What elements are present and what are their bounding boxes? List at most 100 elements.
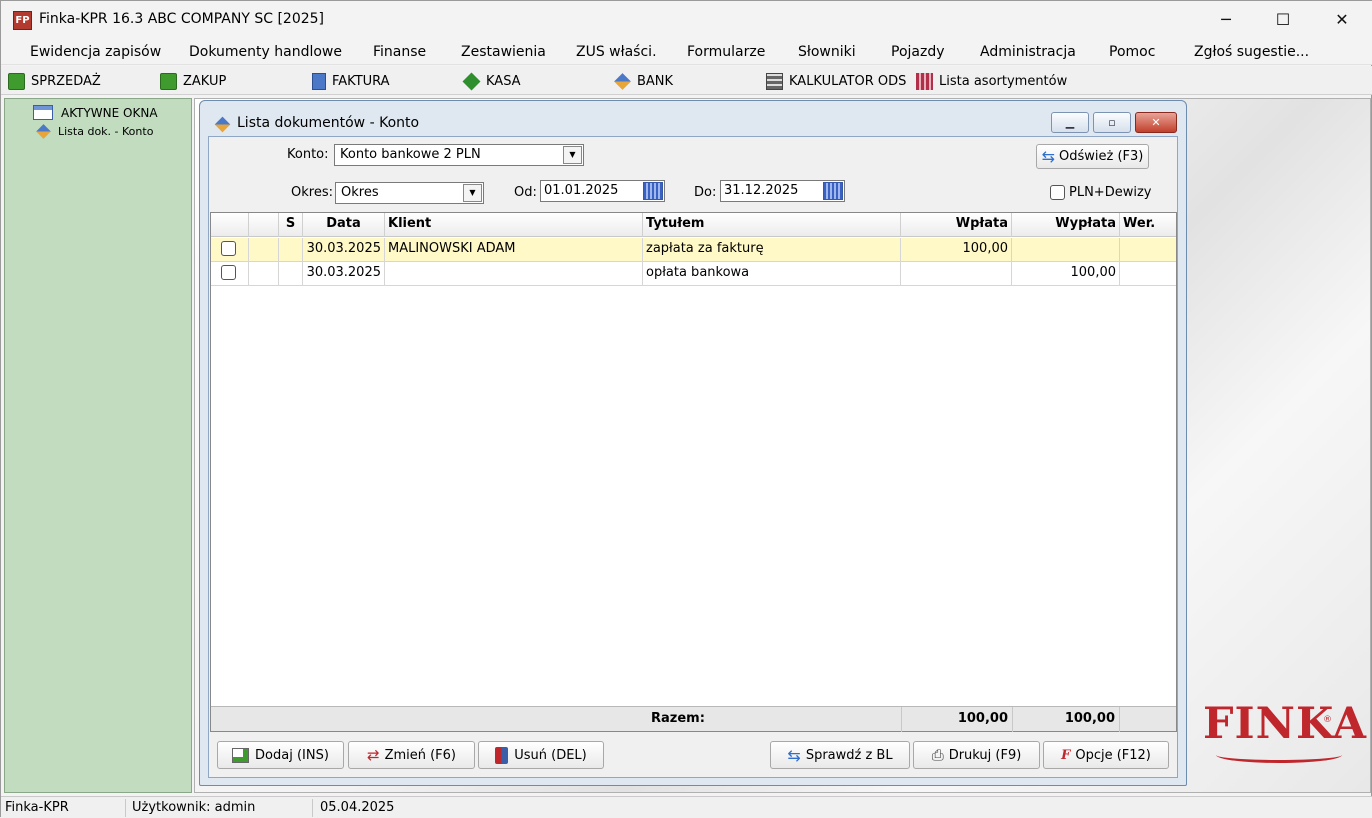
print-button-label: Drukuj (F9) (948, 747, 1022, 763)
totals-wplata: 100,00 (901, 707, 1012, 732)
cash-icon (462, 71, 481, 91)
column-header-wyplata[interactable]: Wypłata (1012, 213, 1120, 237)
menu-slowniki[interactable]: Słowniki (798, 44, 856, 60)
finka-logo-registered-mark: ® (1323, 715, 1332, 725)
menu-zglos-sugestie[interactable]: Zgłoś sugestie... (1194, 44, 1309, 60)
column-header-select[interactable] (211, 213, 249, 237)
pln-dewizy-checkbox-box[interactable] (1050, 185, 1065, 200)
pln-dewizy-checkbox[interactable]: PLN+Dewizy (1050, 185, 1151, 200)
table-row[interactable]: 30.03.2025 opłata bankowa 100,00 (211, 262, 1176, 286)
assortment-icon (916, 72, 933, 90)
delete-button-label: Usuń (DEL) (514, 747, 587, 763)
bank-icon (36, 124, 51, 139)
menu-zus-wlasci[interactable]: ZUS właści. (576, 44, 657, 60)
refresh-button-label: Odśwież (F3) (1059, 149, 1144, 164)
row-checkbox-cell (211, 262, 249, 285)
menu-formularze[interactable]: Formularze (687, 44, 765, 60)
status-bar: Finka-KPR Użytkownik: admin 05.04.2025 (1, 796, 1372, 818)
row-checkbox[interactable] (221, 241, 236, 256)
table-row[interactable]: 30.03.2025 MALINOWSKI ADAM zapłata za fa… (211, 238, 1176, 262)
invoice-icon (312, 72, 326, 90)
add-button-label: Dodaj (INS) (255, 747, 329, 763)
row-tytulem-cell: zapłata za fakturę (643, 238, 901, 261)
mdi-restore-button[interactable]: ▫ (1093, 112, 1131, 133)
maximize-button[interactable]: ☐ (1254, 3, 1312, 37)
toolbar-kasa-button[interactable]: KASA (462, 70, 521, 92)
row-tytulem-cell: opłata bankowa (643, 262, 901, 285)
toolbar-bank-button[interactable]: BANK (614, 70, 673, 92)
okres-select-value: Okres (341, 185, 379, 200)
row-wyplata-cell (1012, 238, 1120, 261)
print-button[interactable]: ⎙ Drukuj (F9) (913, 741, 1040, 769)
calendar-icon[interactable] (643, 182, 663, 200)
add-button[interactable]: Dodaj (INS) (217, 741, 344, 769)
column-header-wplata[interactable]: Wpłata (901, 213, 1012, 237)
minimize-button[interactable]: ─ (1197, 3, 1255, 37)
purchase-icon (160, 72, 177, 90)
column-header-blank[interactable] (249, 213, 279, 237)
column-header-wer[interactable]: Wer. (1120, 213, 1176, 237)
tree-node-lista-dok-konto[interactable]: Lista dok. - Konto (36, 124, 153, 139)
menu-zestawienia[interactable]: Zestawienia (461, 44, 546, 60)
refresh-icon: ⇆ (1041, 147, 1056, 166)
sales-icon (8, 72, 25, 90)
tree-node-aktywne-okna[interactable]: AKTYWNE OKNA (33, 105, 158, 120)
menu-pojazdy[interactable]: Pojazdy (891, 44, 945, 60)
mdi-minimize-button[interactable]: ▁ (1051, 112, 1089, 133)
row-wyplata-cell: 100,00 (1012, 262, 1120, 285)
options-button[interactable]: F Opcje (F12) (1043, 741, 1169, 769)
bank-icon (614, 72, 631, 90)
do-date-field[interactable]: 31.12.2025 (720, 180, 845, 202)
options-icon: F (1061, 747, 1071, 763)
close-button[interactable]: ✕ (1313, 3, 1371, 37)
check-bl-button[interactable]: ⇆ Sprawdź z BL (770, 741, 910, 769)
row-checkbox[interactable] (221, 265, 236, 280)
row-blank-cell (249, 238, 279, 261)
row-wer-cell (1120, 262, 1176, 285)
row-wplata-cell (901, 262, 1012, 285)
od-date-value: 01.01.2025 (544, 183, 619, 198)
toolbar-lista-asortymentow-label: Lista asortymentów (939, 73, 1068, 89)
menu-dokumenty-handlowe[interactable]: Dokumenty handlowe (189, 44, 342, 60)
calendar-icon[interactable] (823, 182, 843, 200)
bank-icon (214, 116, 231, 133)
do-date-value: 31.12.2025 (724, 183, 799, 198)
okres-select[interactable]: Okres ▼ (335, 182, 484, 204)
toolbar-kalkulator-button[interactable]: KALKULATOR ODS (766, 70, 906, 92)
toolbar-sprzedaz-label: SPRZEDAŻ (31, 73, 101, 89)
options-button-label: Opcje (F12) (1075, 747, 1151, 763)
toolbar: SPRZEDAŻ ZAKUP FAKTURA KASA BANK KALKULA… (1, 66, 1372, 95)
row-klient-cell (385, 262, 643, 285)
menu-pomoc[interactable]: Pomoc (1109, 44, 1155, 60)
column-header-data[interactable]: Data (303, 213, 385, 237)
totals-label: Razem: (651, 711, 705, 726)
window-title: Finka-KPR 16.3 ABC COMPANY SC [2025] (39, 11, 325, 27)
row-date-cell: 30.03.2025 (303, 262, 385, 285)
toolbar-zakup-label: ZAKUP (183, 73, 227, 89)
mdi-close-button[interactable]: ✕ (1135, 112, 1177, 133)
column-header-klient[interactable]: Klient (385, 213, 643, 237)
toolbar-lista-asortymentow-button[interactable]: Lista asortymentów (916, 70, 1067, 92)
table-footer-totals: Razem: 100,00 100,00 (211, 706, 1176, 732)
menu-ewidencja-zapisow[interactable]: Ewidencja zapisów (30, 44, 161, 60)
totals-wyplata: 100,00 (1012, 707, 1120, 732)
toolbar-sprzedaz-button[interactable]: SPRZEDAŻ (8, 70, 101, 92)
od-date-field[interactable]: 01.01.2025 (540, 180, 665, 202)
add-document-icon (232, 747, 250, 763)
konto-select[interactable]: Konto bankowe 2 PLN ▼ (334, 144, 584, 166)
column-header-tytulem[interactable]: Tytułem (643, 213, 901, 237)
refresh-button[interactable]: ⇆ Odśwież (F3) (1036, 144, 1149, 169)
tree-node-aktywne-okna-label: AKTYWNE OKNA (61, 105, 158, 120)
chevron-down-icon[interactable]: ▼ (563, 146, 582, 164)
column-header-s[interactable]: S (279, 213, 303, 237)
menu-finanse[interactable]: Finanse (373, 44, 426, 60)
toolbar-zakup-button[interactable]: ZAKUP (160, 70, 226, 92)
menu-administracja[interactable]: Administracja (980, 44, 1076, 60)
toolbar-faktura-button[interactable]: FAKTURA (312, 70, 390, 92)
window-list-icon (33, 105, 53, 120)
printer-icon: ⎙ (931, 746, 944, 764)
edit-button[interactable]: ⇄ Zmień (F6) (348, 741, 475, 769)
delete-button[interactable]: Usuń (DEL) (478, 741, 604, 769)
row-blank-cell (249, 262, 279, 285)
chevron-down-icon[interactable]: ▼ (463, 184, 482, 202)
